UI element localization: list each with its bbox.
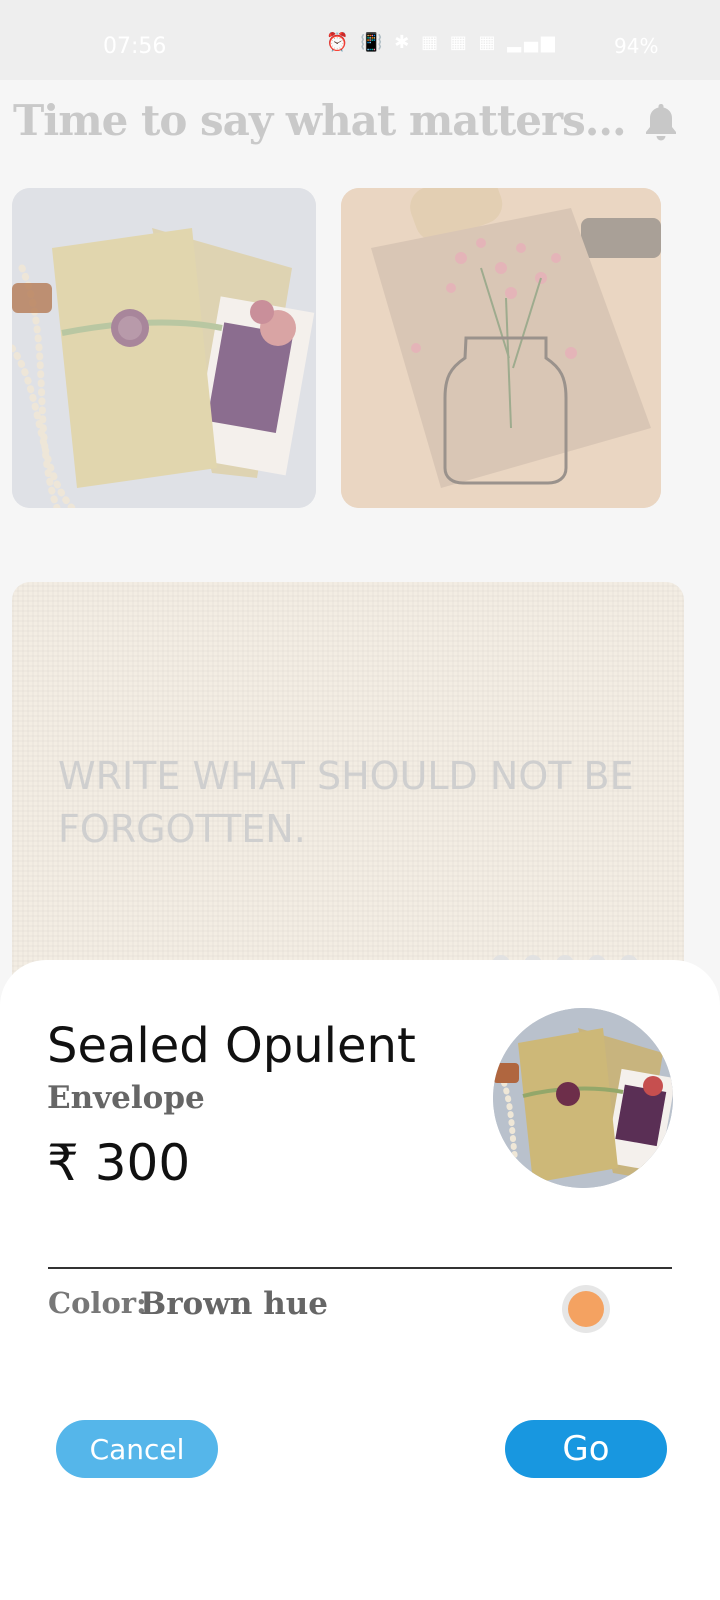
product-price: ₹ 300 (47, 1134, 191, 1192)
banner-text: WRITE WHAT SHOULD NOT BE FORGOTTEN. (58, 754, 634, 851)
bouquet-card-image[interactable] (341, 188, 661, 508)
product-thumbnail (493, 1008, 673, 1188)
status-bar: 07:56 ⏰ 📳 ✱ ▦ ▦ ▦ ▂▄▆ 94% (0, 0, 720, 80)
bell-icon[interactable] (643, 102, 679, 142)
cancel-button[interactable]: Cancel (56, 1420, 218, 1478)
color-swatch[interactable] (562, 1285, 610, 1333)
promo-banner[interactable]: WRITE WHAT SHOULD NOT BE FORGOTTEN. (12, 582, 684, 1002)
go-button[interactable]: Go (505, 1420, 667, 1478)
battery-level: 94% (614, 34, 659, 58)
status-time: 07:56 (103, 34, 167, 59)
wax-sealed-envelope-image (12, 188, 316, 508)
product-name: Sealed Opulent (47, 1018, 416, 1074)
envelope-thumbnail-image (493, 1008, 673, 1188)
divider (48, 1267, 672, 1269)
envelope-card-image[interactable] (12, 188, 316, 508)
flower-jar-craft-image (341, 188, 661, 508)
product-bottom-sheet: Sealed Opulent Envelope ₹ 300 Color: Bro… (0, 960, 720, 1600)
product-type: Envelope (47, 1080, 205, 1116)
page-title: Time to say what matters... (13, 96, 627, 145)
color-swatch-fill (568, 1291, 604, 1327)
color-label: Color: (48, 1286, 147, 1320)
color-value: Brown hue (140, 1286, 329, 1322)
status-icons: ⏰ 📳 ✱ ▦ ▦ ▦ ▂▄▆ (326, 32, 558, 53)
